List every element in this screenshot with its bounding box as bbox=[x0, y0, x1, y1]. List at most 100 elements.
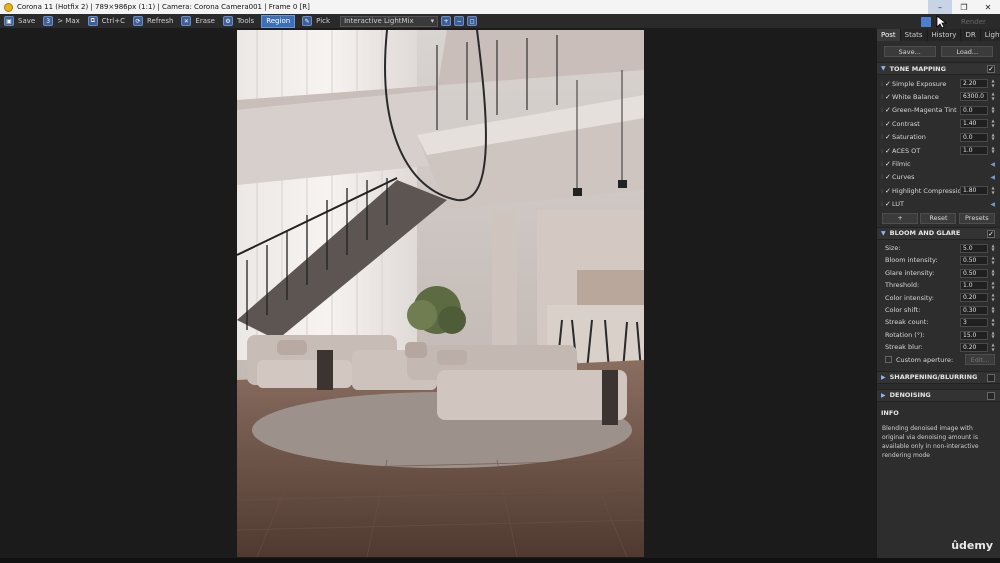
denoising-header[interactable]: ▶ DENOISING bbox=[877, 388, 1000, 402]
spinner-icon[interactable]: ▲ ▼ bbox=[990, 305, 996, 315]
bloom-row-threshold: Threshold: 1.0 ▲ ▼ bbox=[885, 280, 996, 291]
refresh-button[interactable]: ⟳ Refresh bbox=[129, 15, 177, 28]
load-settings-button[interactable]: Load... bbox=[941, 46, 994, 57]
spinner-icon[interactable]: ▲ ▼ bbox=[990, 118, 996, 128]
pick-button[interactable]: ✎ Pick bbox=[298, 15, 334, 28]
spinner-icon[interactable]: ▲ ▼ bbox=[990, 256, 996, 265]
glare-intensity-input[interactable]: 0.50 bbox=[960, 268, 988, 278]
rotation-input[interactable]: 15.0 bbox=[960, 330, 988, 340]
edit-aperture-button[interactable]: Edit... bbox=[965, 354, 995, 366]
bloom-row-rotation: Rotation (°): 15.0 ▲ ▼ bbox=[885, 329, 996, 340]
tools-button[interactable]: ⚙ Tools bbox=[219, 15, 258, 28]
check-icon[interactable]: ✓ bbox=[885, 187, 892, 195]
close-button[interactable]: ✕ bbox=[976, 0, 1000, 14]
spinner-icon[interactable]: ▲ ▼ bbox=[990, 293, 996, 302]
check-icon[interactable]: ✓ bbox=[885, 160, 892, 168]
spinner-icon[interactable]: ▲ ▼ bbox=[990, 330, 996, 340]
highlight-compression-input[interactable]: 1.80 bbox=[960, 186, 988, 196]
refresh-icon: ⟳ bbox=[132, 16, 143, 26]
stop-icon[interactable] bbox=[921, 16, 931, 27]
render-canvas[interactable] bbox=[0, 30, 876, 558]
check-icon[interactable]: ✓ bbox=[885, 147, 892, 155]
white-balance-input[interactable]: 6300.0 bbox=[960, 92, 988, 102]
color-shift-input[interactable]: 0.30 bbox=[960, 305, 988, 315]
check-icon[interactable]: ✓ bbox=[885, 133, 892, 141]
save-button[interactable]: ▣ Save bbox=[0, 15, 39, 28]
max-icon: 3 bbox=[43, 16, 54, 26]
panel-tabs: Post Stats History DR LightMix bbox=[877, 29, 1000, 41]
spinner-icon[interactable]: ▲ ▼ bbox=[990, 185, 996, 195]
check-icon[interactable]: ✓ bbox=[885, 80, 892, 88]
expand-arrow-icon[interactable]: ◀ bbox=[990, 201, 995, 208]
spinner-icon[interactable]: ▲ ▼ bbox=[990, 145, 996, 155]
zoom-fit-icon[interactable]: ◻ bbox=[467, 16, 478, 26]
spinner-icon[interactable]: ▲ ▼ bbox=[990, 280, 996, 290]
tab-dr[interactable]: DR bbox=[961, 29, 981, 41]
restore-button[interactable]: ❐ bbox=[952, 0, 976, 14]
sharpening-header[interactable]: ▶ SHARPENING/BLURRING bbox=[877, 370, 1000, 384]
check-icon[interactable]: ✓ bbox=[885, 120, 892, 128]
spinner-icon[interactable]: ▲ ▼ bbox=[990, 105, 996, 115]
bloom-intensity-input[interactable]: 0.50 bbox=[960, 256, 988, 266]
save-settings-button[interactable]: Save... bbox=[883, 46, 936, 57]
region-button[interactable]: Region bbox=[261, 14, 296, 28]
title-bar: Corona 11 (Hotfix 2) | 789×986px (1:1) |… bbox=[0, 0, 1000, 14]
streak-count-input[interactable]: 3 bbox=[960, 318, 988, 328]
tab-lightmix[interactable]: LightMix bbox=[981, 29, 1000, 41]
spinner-icon[interactable]: ▲ ▼ bbox=[990, 78, 996, 88]
erase-button[interactable]: ✕ Erase bbox=[177, 15, 219, 28]
bloom-glare-header[interactable]: ▼ BLOOM AND GLARE ✓ bbox=[877, 226, 1000, 240]
saturation-input[interactable]: 0.0 bbox=[960, 132, 988, 142]
tab-stats[interactable]: Stats bbox=[901, 29, 928, 41]
bloom-row-streak-count: Streak count: 3 ▲ ▼ bbox=[885, 317, 996, 328]
bloom-row-glare-intensity: Glare intensity: 0.50 ▲ ▼ bbox=[885, 267, 996, 278]
spinner-icon[interactable]: ▲ ▼ bbox=[990, 243, 996, 253]
reset-button[interactable]: Reset bbox=[920, 212, 957, 224]
color-intensity-input[interactable]: 0.20 bbox=[960, 293, 988, 303]
green-magenta-input[interactable]: 0.0 bbox=[960, 105, 988, 115]
tab-post[interactable]: Post bbox=[877, 29, 901, 41]
custom-aperture-row: Custom aperture: Edit... bbox=[877, 353, 1000, 366]
tm-row-simple-exposure: ⁞ ✓ Simple Exposure 2.20 ▲ ▼ bbox=[881, 78, 996, 88]
minimize-button[interactable]: – bbox=[928, 0, 952, 14]
spinner-icon[interactable]: ▲ ▼ bbox=[990, 132, 996, 142]
custom-aperture-checkbox[interactable] bbox=[885, 356, 892, 364]
spinner-icon[interactable]: ▲ ▼ bbox=[990, 268, 996, 278]
tab-history[interactable]: History bbox=[928, 29, 962, 41]
add-operator-button[interactable]: + bbox=[882, 212, 919, 224]
spinner-icon[interactable]: ▲ ▼ bbox=[990, 92, 996, 101]
render-button[interactable]: Render bbox=[961, 18, 986, 26]
bloom-glare-checkbox[interactable]: ✓ bbox=[987, 229, 995, 238]
tone-mapping-checkbox[interactable]: ✓ bbox=[987, 65, 995, 73]
mouse-cursor-icon bbox=[936, 14, 948, 29]
check-icon[interactable]: ✓ bbox=[885, 173, 892, 181]
chevron-down-icon: ▾ bbox=[430, 17, 435, 25]
spinner-icon[interactable]: ▲ ▼ bbox=[990, 318, 996, 327]
zoom-out-icon[interactable]: − bbox=[454, 16, 465, 26]
size-input[interactable]: 5.0 bbox=[960, 243, 988, 253]
expand-arrow-icon[interactable]: ◀ bbox=[990, 161, 995, 168]
eyedropper-icon: ✎ bbox=[302, 16, 313, 26]
window-title: Corona 11 (Hotfix 2) | 789×986px (1:1) |… bbox=[17, 3, 310, 11]
check-icon[interactable]: ✓ bbox=[885, 106, 892, 114]
tone-mapping-header[interactable]: ▼ TONE MAPPING ✓ bbox=[877, 62, 1000, 75]
render-mode-select[interactable]: Interactive LightMix ▾ bbox=[340, 15, 439, 27]
presets-button[interactable]: Presets bbox=[958, 212, 995, 224]
tm-row-curves: ⁞ ✓ Curves ◀ bbox=[881, 173, 995, 182]
info-header: INFO bbox=[877, 406, 1000, 420]
check-icon[interactable]: ✓ bbox=[885, 200, 892, 208]
check-icon[interactable]: ✓ bbox=[885, 93, 892, 101]
streak-blur-input[interactable]: 0.20 bbox=[960, 343, 988, 353]
simple-exposure-input[interactable]: 2.20 bbox=[960, 79, 988, 88]
send-to-max-button[interactable]: 3 > Max bbox=[39, 15, 84, 28]
zoom-in-icon[interactable]: + bbox=[441, 16, 452, 26]
rendered-image bbox=[237, 30, 644, 557]
spinner-icon[interactable]: ▲ ▼ bbox=[990, 342, 996, 352]
expand-arrow-icon[interactable]: ◀ bbox=[990, 174, 995, 181]
denoising-checkbox[interactable] bbox=[987, 391, 995, 400]
copy-button[interactable]: ⧉ Ctrl+C bbox=[84, 15, 129, 28]
sharpening-checkbox[interactable] bbox=[987, 373, 995, 382]
contrast-input[interactable]: 1.40 bbox=[960, 119, 988, 129]
aces-ot-input[interactable]: 1.0 bbox=[960, 145, 988, 155]
threshold-input[interactable]: 1.0 bbox=[960, 281, 988, 291]
